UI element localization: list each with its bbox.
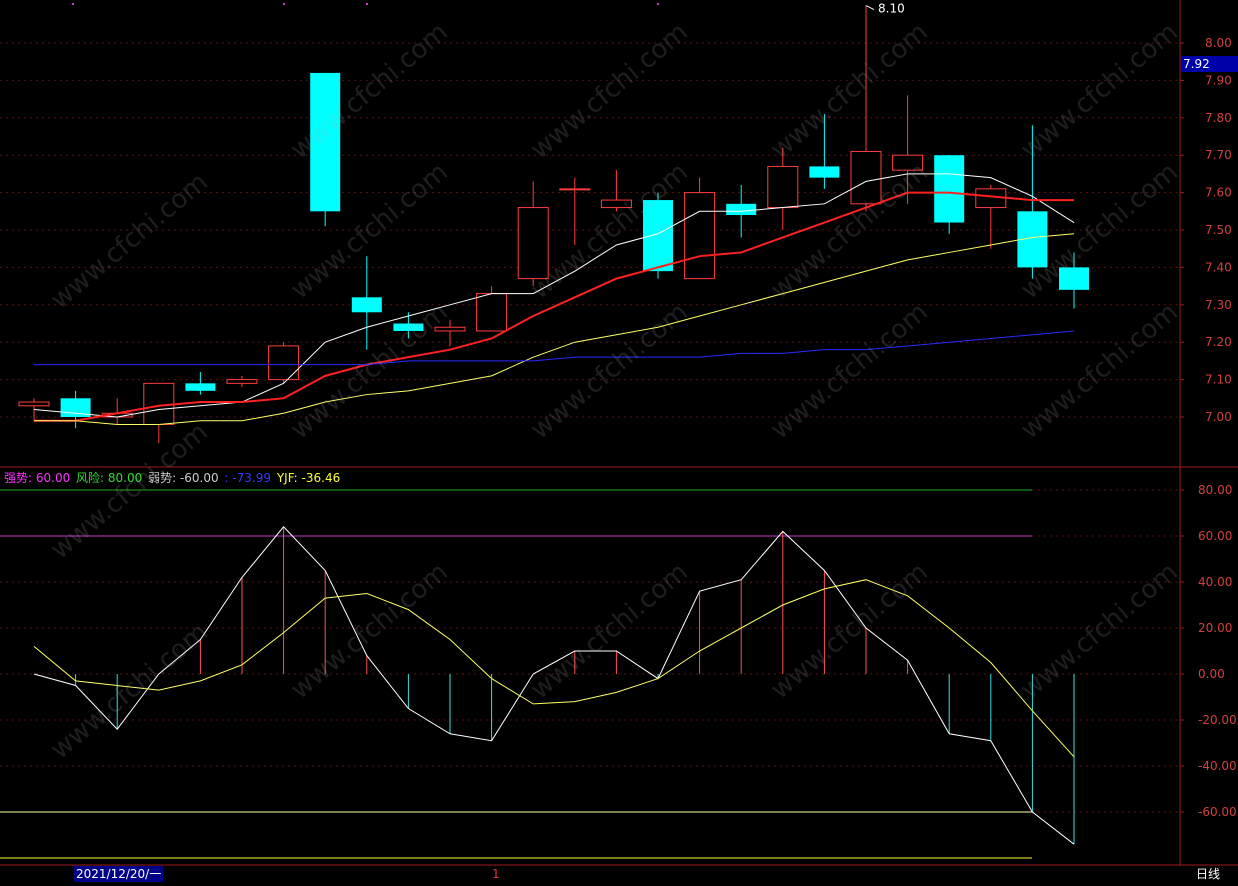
stock-chart[interactable]: 8.00 7.90 7.80 7.70 7.60 7.50 7.40 7.30 7.20 7.10…	[0, 0, 1238, 886]
indicator-tick-label: 20.00	[1198, 621, 1232, 635]
watermark-text: www.cfchi.com	[525, 297, 694, 445]
cursor-index: 1	[492, 867, 500, 881]
candle-body	[268, 345, 300, 381]
candle-body	[18, 401, 50, 407]
watermark-text: www.cfchi.com	[45, 417, 214, 565]
candle-body	[809, 166, 840, 178]
candle-body	[726, 203, 757, 216]
top-marker-dot	[283, 3, 285, 5]
date-label: 2021/12/20/一	[74, 866, 164, 882]
price-tick-label: 7.00	[1205, 410, 1232, 424]
price-tick-label: 8.00	[1205, 36, 1232, 50]
candle-body	[351, 297, 382, 313]
legend-strong: 强势: 60.00	[4, 471, 71, 485]
watermark: www.cfchi.com www.cfchi.com www.cfchi.com w…	[45, 17, 1184, 765]
price-tick-label: 7.30	[1205, 298, 1232, 312]
indicator-tick-label: -60.00	[1198, 805, 1237, 819]
candle-body	[559, 188, 591, 191]
watermark-text: www.cfchi.com	[525, 557, 694, 705]
price-tick-label: 7.60	[1205, 186, 1232, 200]
period-button[interactable]: 日线	[1196, 866, 1220, 882]
indicator-tick-label: 60.00	[1198, 529, 1232, 543]
candle-body	[684, 192, 716, 280]
watermark-text: www.cfchi.com	[1015, 297, 1184, 445]
watermark-text: www.cfchi.com	[1015, 557, 1184, 705]
price-tick-label: 7.70	[1205, 148, 1232, 162]
watermark-text: www.cfchi.com	[765, 297, 934, 445]
candle-body	[934, 155, 965, 223]
max-price-label: 8.10	[878, 2, 905, 16]
price-tick-label: 7.10	[1205, 373, 1232, 387]
price-tick-label: 7.80	[1205, 111, 1232, 125]
indicator-tick-label: 40.00	[1198, 575, 1232, 589]
indicator-tick-label: 80.00	[1198, 483, 1232, 497]
watermark-text: www.cfchi.com	[285, 557, 454, 705]
legend-value: : -73.99	[224, 471, 272, 485]
candle-body	[185, 383, 216, 391]
candle-body	[767, 165, 799, 209]
moving-average-line	[34, 330, 1075, 366]
price-tick-label: 7.40	[1205, 260, 1232, 274]
watermark-text: www.cfchi.com	[1015, 17, 1184, 165]
indicator-legend: 强势: 60.00 风险: 80.00 弱势: -60.00 : -73.99 …	[4, 469, 342, 486]
candle-body	[226, 379, 258, 384]
price-tick-label: 7.50	[1205, 223, 1232, 237]
top-marker-dot	[366, 3, 368, 5]
candles	[18, 5, 1089, 444]
price-tick-label: 7.20	[1205, 335, 1232, 349]
candle-body	[476, 293, 508, 332]
indicator-tick-label: -40.00	[1198, 759, 1237, 773]
legend-yjf: YJF: -36.46	[276, 471, 341, 485]
watermark-text: www.cfchi.com	[525, 17, 694, 165]
indicator-tick-label: 0.00	[1198, 667, 1225, 681]
current-price-label: 7.92	[1181, 56, 1238, 72]
watermark-text: www.cfchi.com	[45, 167, 214, 315]
price-tick-label: 7.90	[1205, 73, 1232, 87]
top-marker-dot	[657, 3, 659, 5]
watermark-text: www.cfchi.com	[765, 17, 934, 165]
watermark-text: www.cfchi.com	[45, 617, 214, 765]
top-marker-dot	[72, 3, 74, 5]
legend-risk: 风险: 80.00	[76, 471, 143, 485]
max-marker	[865, 5, 875, 11]
watermark-text: www.cfchi.com	[285, 297, 454, 445]
indicator-tick-label: -20.00	[1198, 713, 1237, 727]
watermark-text: www.cfchi.com	[765, 557, 934, 705]
legend-weak: 弱势: -60.00	[148, 471, 219, 485]
